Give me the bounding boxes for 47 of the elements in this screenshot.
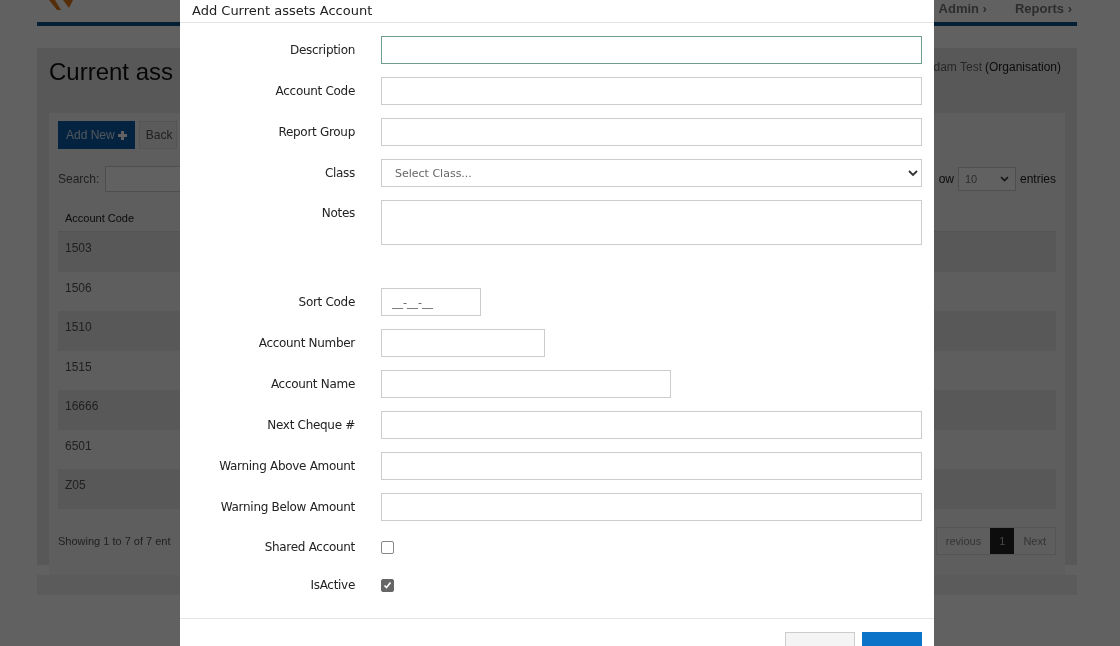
field-label: Warning Below Amount — [219, 500, 355, 514]
organisation-label: (Organisation) — [984, 60, 1061, 74]
check-icon — [383, 580, 392, 590]
field-label: Sort Code — [297, 295, 355, 309]
input-field[interactable] — [381, 118, 922, 146]
field-label: Description — [288, 43, 355, 57]
class-select[interactable]: Select Class... — [381, 159, 922, 187]
back-button[interactable]: Back — [138, 121, 178, 149]
field-label: Class — [323, 166, 355, 180]
table-cell: 6501 — [65, 438, 92, 453]
field-label: Shared Account — [263, 540, 355, 554]
show-label: ow — [938, 172, 954, 186]
add-new-button[interactable]: Add New — [58, 121, 135, 149]
field-label: Notes — [320, 206, 355, 220]
checkbox[interactable] — [381, 540, 394, 554]
chevron-down-icon — [999, 176, 1009, 182]
entries-info: Showing 1 to 7 of 7 ent — [58, 534, 171, 547]
table-cell: Z05 — [65, 478, 86, 492]
table-cell: 1503 — [65, 241, 92, 255]
plus-icon — [117, 130, 127, 140]
table-cell: 1510 — [65, 320, 92, 334]
modal-title: Add Current assets Account — [192, 4, 373, 17]
field-label: Account Code — [274, 84, 355, 98]
notes-field[interactable] — [381, 200, 922, 245]
table-cell: 1515 — [65, 359, 92, 374]
field-label: Warning Above Amount — [218, 459, 355, 473]
column-header[interactable]: Account Code — [65, 211, 135, 224]
input-field[interactable] — [381, 493, 922, 521]
field-label: Next Cheque # — [266, 418, 355, 432]
field-label: Account Number — [257, 336, 355, 350]
input-field[interactable] — [381, 411, 922, 439]
input-field[interactable]: __-__-__ — [381, 288, 481, 316]
input-field[interactable] — [381, 370, 671, 398]
entries-label: entries — [1019, 172, 1056, 186]
input-field[interactable] — [381, 77, 922, 105]
field-label: IsActive — [309, 578, 355, 592]
field-label: Account Name — [269, 377, 355, 391]
table-cell: 16666 — [65, 399, 99, 413]
search-label: Search: — [58, 172, 100, 186]
input-field[interactable] — [381, 329, 545, 357]
field-label: Report Group — [277, 125, 355, 139]
chevron-down-icon — [908, 169, 918, 177]
table-cell: 1506 — [65, 280, 92, 295]
input-field[interactable] — [381, 36, 922, 64]
checkbox[interactable] — [381, 578, 394, 592]
input-field[interactable] — [381, 452, 922, 480]
page-title: Current ass — [49, 58, 174, 86]
